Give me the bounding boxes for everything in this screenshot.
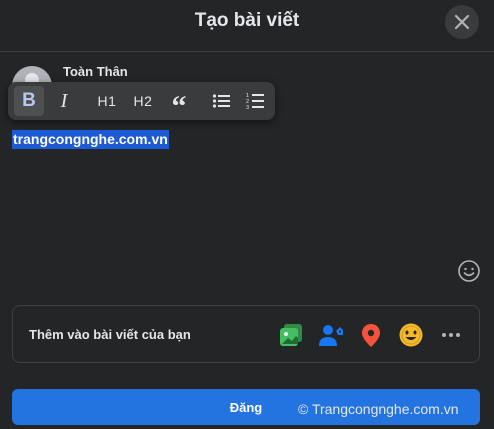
bold-button[interactable]: B xyxy=(14,86,44,116)
add-to-post-box: Thêm vào bài viết của bạn xyxy=(12,305,480,363)
italic-button[interactable]: I xyxy=(50,86,78,116)
tag-people-icon xyxy=(319,325,343,346)
photo-video-icon xyxy=(280,324,302,346)
emoji-icon xyxy=(458,260,480,282)
bulleted-list-button[interactable] xyxy=(207,86,235,116)
more-icon xyxy=(442,333,460,337)
feeling-activity-icon xyxy=(399,323,423,347)
dialog-header: Tạo bài viết xyxy=(0,0,494,52)
numbered-list-icon: 1 2 3 xyxy=(246,93,264,110)
user-name: Toàn Thân xyxy=(63,64,128,79)
feeling-activity-button[interactable] xyxy=(398,322,424,348)
photo-video-button[interactable] xyxy=(278,322,304,348)
add-to-post-label: Thêm vào bài viết của bạn xyxy=(29,327,191,342)
emoji-button[interactable] xyxy=(457,259,481,283)
heading1-button[interactable]: H1 xyxy=(92,86,122,116)
format-toolbar: B I H1 H2 “ 1 2 3 xyxy=(8,82,275,123)
quote-button[interactable]: “ xyxy=(164,86,194,123)
check-in-icon xyxy=(362,324,380,347)
numbered-list-button[interactable]: 1 2 3 xyxy=(241,86,269,116)
close-button[interactable] xyxy=(445,5,479,39)
close-icon xyxy=(454,14,470,30)
watermark: © Trangcongnghe.com.vn xyxy=(298,401,459,417)
heading2-button[interactable]: H2 xyxy=(128,86,158,116)
numbered-digit-3: 3 xyxy=(246,105,249,110)
check-in-button[interactable] xyxy=(358,322,384,348)
dialog-title: Tạo bài viết xyxy=(194,10,300,31)
bulleted-list-icon xyxy=(212,94,230,108)
post-text-selected[interactable]: trangcongnghe.com.vn xyxy=(12,130,169,149)
more-options-button[interactable] xyxy=(438,322,464,348)
create-post-dialog: Tạo bài viết Toàn Thân B I H1 H2 “ 1 2 3… xyxy=(0,0,494,429)
tag-people-button[interactable] xyxy=(318,322,344,348)
